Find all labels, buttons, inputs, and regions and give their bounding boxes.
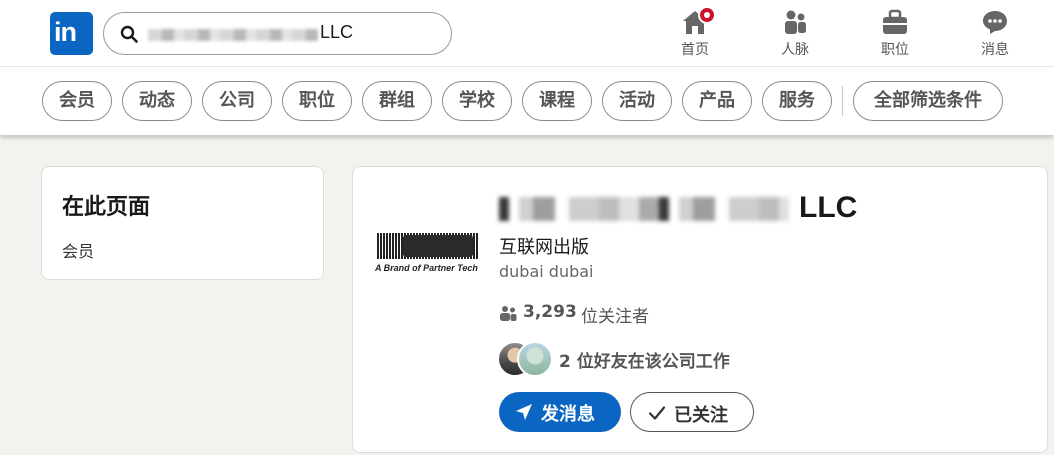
checkmark-icon bbox=[648, 406, 666, 420]
filter-pill-courses[interactable]: 课程 bbox=[522, 81, 592, 121]
jobs-icon bbox=[883, 9, 907, 34]
company-logo[interactable]: A Brand of Partner Tech bbox=[375, 233, 483, 277]
friends-at-company[interactable]: 2 位好友在该公司工作 bbox=[559, 347, 730, 372]
filter-pill-posts[interactable]: 动态 bbox=[122, 81, 192, 121]
nav-label-jobs: 职位 bbox=[881, 42, 909, 58]
search-filter-bar: 会员 动态 公司 职位 群组 学校 课程 活动 产品 服务 全部筛选条件 bbox=[0, 67, 1054, 135]
filter-pill-events[interactable]: 活动 bbox=[602, 81, 672, 121]
nav-item-jobs[interactable]: 职位 bbox=[860, 6, 930, 62]
send-icon bbox=[516, 404, 532, 420]
network-icon bbox=[785, 10, 806, 34]
nav-item-network[interactable]: 人脉 bbox=[760, 6, 830, 62]
company-name-suffix[interactable]: LLC bbox=[799, 191, 857, 225]
friend-avatars[interactable] bbox=[497, 341, 555, 377]
message-button[interactable]: 发消息 bbox=[499, 392, 621, 432]
avatar bbox=[517, 341, 553, 377]
company-logo-graphic bbox=[377, 233, 479, 259]
filter-pill-schools[interactable]: 学校 bbox=[442, 81, 512, 121]
search-input[interactable]: LLC bbox=[103, 12, 452, 55]
filter-pill-products[interactable]: 产品 bbox=[682, 81, 752, 121]
all-filters-button[interactable]: 全部筛选条件 bbox=[853, 81, 1003, 121]
message-button-label: 发消息 bbox=[541, 404, 595, 425]
filter-pill-companies[interactable]: 公司 bbox=[202, 81, 272, 121]
nav-item-home[interactable]: 首页 bbox=[660, 6, 730, 62]
search-query-suffix: LLC bbox=[320, 22, 354, 42]
on-this-page-link-members[interactable]: 会员 bbox=[62, 238, 94, 262]
nav-item-messaging[interactable]: 消息 bbox=[960, 6, 1030, 62]
following-button-label: 已关注 bbox=[674, 405, 728, 426]
company-location: dubai dubai bbox=[499, 262, 594, 281]
nav-label-home: 首页 bbox=[681, 42, 709, 58]
search-icon bbox=[120, 25, 138, 43]
filter-pill-groups[interactable]: 群组 bbox=[362, 81, 432, 121]
nav-label-network: 人脉 bbox=[781, 42, 809, 58]
nav-label-messaging: 消息 bbox=[981, 42, 1009, 58]
filter-pill-jobs[interactable]: 职位 bbox=[282, 81, 352, 121]
filter-divider bbox=[842, 86, 843, 116]
followers-label: 位关注者 bbox=[581, 307, 649, 327]
filter-pill-members[interactable]: 会员 bbox=[42, 81, 112, 121]
filter-pill-services[interactable]: 服务 bbox=[762, 81, 832, 121]
search-query-redacted bbox=[148, 29, 318, 41]
company-result-card: A Brand of Partner Tech LLC 互联网出版 dubai … bbox=[352, 166, 1048, 453]
on-this-page-card: 在此页面 会员 bbox=[41, 166, 324, 280]
linkedin-logo[interactable]: in bbox=[50, 12, 93, 55]
company-name-redacted[interactable] bbox=[499, 197, 789, 221]
people-icon bbox=[500, 306, 517, 321]
notification-badge bbox=[698, 6, 716, 24]
on-this-page-title: 在此页面 bbox=[62, 195, 151, 220]
linkedin-logo-icon: in bbox=[54, 17, 77, 47]
followers-count: 3,293 bbox=[523, 302, 577, 322]
global-nav: in LLC 首页 人脉 职位 消息 bbox=[0, 0, 1054, 67]
company-industry: 互联网出版 bbox=[499, 237, 589, 258]
company-logo-text: A Brand of Partner Tech bbox=[375, 263, 478, 273]
messaging-icon bbox=[983, 11, 1007, 34]
following-button[interactable]: 已关注 bbox=[630, 392, 754, 432]
